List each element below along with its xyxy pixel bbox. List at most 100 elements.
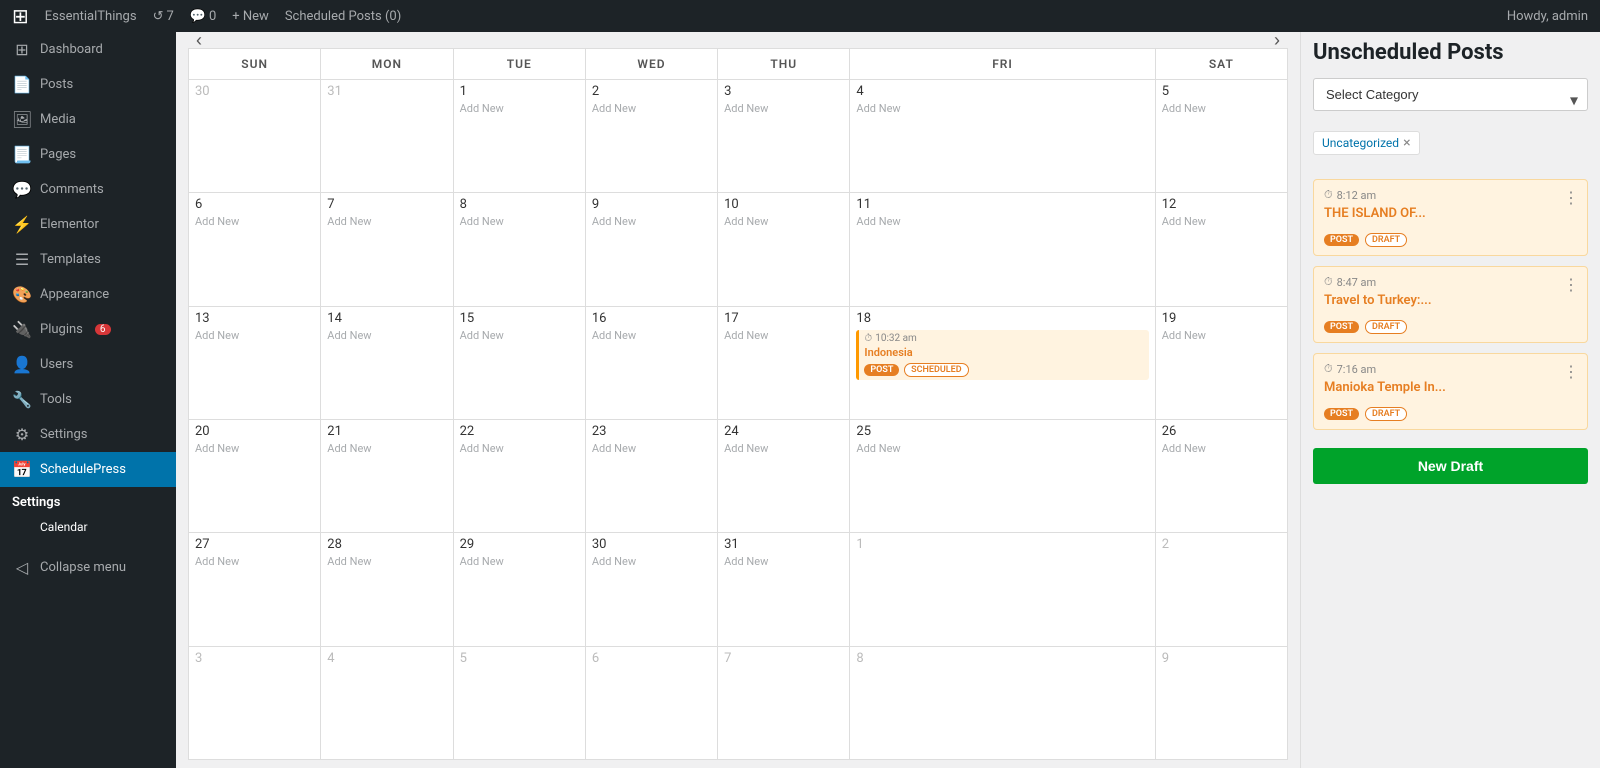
schedulepress-icon: 📅 [12,460,32,479]
event-card[interactable]: ⏱ 10:32 am Indonesia POST SCHEDULED [856,330,1148,380]
media-icon: 🖼 [12,110,32,129]
card-clock-icon: ⏱ [1324,275,1333,289]
day-number: 8 [460,197,579,212]
event-tags: POST SCHEDULED [864,361,1143,377]
calendar-cell: 22Add New [453,419,585,532]
calendar-cell: 13Add New [189,306,321,419]
add-new-link[interactable]: Add New [1162,215,1206,228]
sidebar-item-templates[interactable]: ☰ Templates [0,242,176,277]
howdy: Howdy, admin [1507,9,1588,24]
collapse-menu[interactable]: ◁ Collapse menu [0,550,176,585]
elementor-icon: ⚡ [12,215,32,234]
pages-icon: 📃 [12,145,32,164]
comments-item[interactable]: 💬 0 [190,9,217,24]
card-menu-button[interactable]: ⋮ [1563,275,1579,294]
add-new-link[interactable]: Add New [592,329,636,342]
add-new-link[interactable]: Add New [724,102,768,115]
sidebar-item-posts[interactable]: 📄 Posts [0,67,176,102]
day-number: 6 [195,197,314,212]
collapse-icon: ◁ [12,558,32,577]
add-new-link[interactable]: Add New [1162,442,1206,455]
site-name[interactable]: EssentialThings [45,9,137,24]
sidebar-item-settings[interactable]: ⚙ Settings [0,417,176,452]
add-new-link[interactable]: Add New [327,215,371,228]
sidebar-item-appearance[interactable]: 🎨 Appearance [0,277,176,312]
card-menu-button[interactable]: ⋮ [1563,188,1579,207]
sidebar-item-media[interactable]: 🖼 Media [0,102,176,137]
add-new-link[interactable]: Add New [856,442,900,455]
add-new-link[interactable]: Add New [592,555,636,568]
add-new-link[interactable]: Add New [460,215,504,228]
calendar-cell: 3 [189,646,321,759]
sidebar-item-dashboard[interactable]: ⊞ Dashboard [0,32,176,67]
add-new-link[interactable]: Add New [856,102,900,115]
day-number: 8 [856,651,1148,666]
updates-icon: ↺ [153,9,164,24]
category-remove-button[interactable]: × [1403,135,1410,151]
add-new-link[interactable]: Add New [327,329,371,342]
day-number: 31 [327,84,446,99]
next-month-button[interactable]: › [1266,32,1288,55]
day-number: 11 [856,197,1148,212]
sidebar-item-pages[interactable]: 📃 Pages [0,137,176,172]
add-new-link[interactable]: Add New [592,442,636,455]
new-button[interactable]: + New [232,9,269,24]
add-new-link[interactable]: Add New [724,555,768,568]
calendar-cell: 14 Add New [321,306,453,419]
new-draft-button[interactable]: New Draft [1313,448,1588,484]
calendar-cell: 29Add New [453,533,585,646]
sidebar-item-schedulepress[interactable]: 📅 SchedulePress [0,452,176,487]
add-new-link[interactable]: Add New [724,442,768,455]
sidebar-item-elementor[interactable]: ⚡ Elementor [0,207,176,242]
add-new-link[interactable]: Add New [327,442,371,455]
add-new-link[interactable]: Add New [460,329,504,342]
sidebar-label-schedulepress: SchedulePress [40,462,126,477]
day-number: 14 [327,311,446,326]
sidebar-item-tools[interactable]: 🔧 Tools [0,382,176,417]
card-tag-post: POST [1324,321,1359,333]
card-time: ⏱ 8:47 am [1324,275,1577,289]
sidebar-label-users: Users [40,357,73,372]
sidebar-item-comments[interactable]: 💬 Comments [0,172,176,207]
add-new-link[interactable]: Add New [856,215,900,228]
category-tag[interactable]: Uncategorized × [1313,131,1420,155]
add-new-link[interactable]: Add New [592,102,636,115]
day-number: 20 [195,424,314,439]
card-time: ⏱ 7:16 am [1324,362,1577,376]
sidebar-item-users[interactable]: 👤 Users [0,347,176,382]
cards-container: ⏱ 8:12 am THE ISLAND OF... POST DRAFT ⋮ … [1313,179,1588,430]
add-new-link[interactable]: Add New [195,329,239,342]
add-new-link[interactable]: Add New [1162,102,1206,115]
card-menu-button[interactable]: ⋮ [1563,362,1579,381]
day-number: 5 [1162,84,1281,99]
scheduled-posts[interactable]: Scheduled Posts (0) [285,9,401,24]
sidebar-sub-calendar[interactable]: Calendar [40,516,176,538]
unscheduled-card[interactable]: ⏱ 8:47 am Travel to Turkey:... POST DRAF… [1313,266,1588,343]
day-number: 4 [327,651,446,666]
add-new-link[interactable]: Add New [460,102,504,115]
day-number: 27 [195,537,314,552]
add-new-link[interactable]: Add New [724,215,768,228]
add-new-link[interactable]: Add New [460,442,504,455]
sidebar-label-comments: Comments [40,182,104,197]
event-title: Indonesia [864,346,1143,359]
updates-item[interactable]: ↺ 7 [153,9,174,24]
unscheduled-card[interactable]: ⏱ 8:12 am THE ISLAND OF... POST DRAFT ⋮ [1313,179,1588,256]
select-category[interactable]: Select Category [1313,78,1588,111]
day-number: 18 [856,311,1148,326]
add-new-link[interactable]: Add New [195,555,239,568]
add-new-link[interactable]: Add New [327,555,371,568]
day-number: 17 [724,311,843,326]
unscheduled-card[interactable]: ⏱ 7:16 am Manioka Temple In... POST DRAF… [1313,353,1588,430]
calendar-cell: 7Add New [321,193,453,306]
add-new-link[interactable]: Add New [460,555,504,568]
add-new-link[interactable]: Add New [592,215,636,228]
add-new-link[interactable]: Add New [724,329,768,342]
day-number: 30 [195,84,314,99]
add-new-link[interactable]: Add New [195,442,239,455]
calendar-cell: 24Add New [718,419,850,532]
add-new-link[interactable]: Add New [195,215,239,228]
add-new-link[interactable]: Add New [1162,329,1206,342]
sidebar-item-plugins[interactable]: 🔌 Plugins 6 [0,312,176,347]
prev-month-button[interactable]: ‹ [188,32,210,55]
